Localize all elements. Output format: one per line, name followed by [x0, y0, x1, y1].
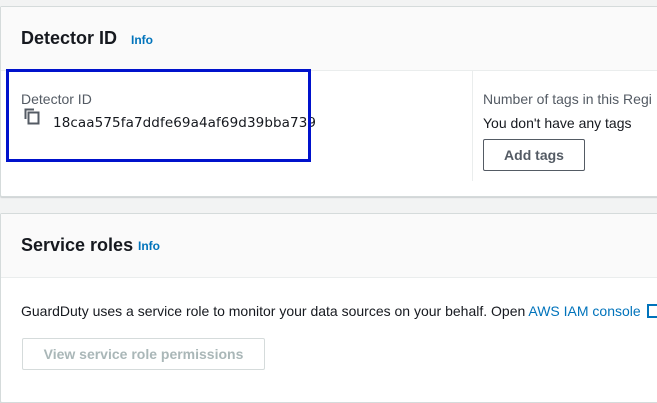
copy-icon[interactable] — [23, 107, 41, 125]
service-role-description: GuardDuty uses a service role to monitor… — [21, 303, 657, 319]
detector-id-label: Detector ID — [21, 91, 92, 107]
service-roles-panel: Service roles Info GuardDuty uses a serv… — [0, 213, 657, 403]
roles-info-link[interactable]: Info — [138, 239, 160, 253]
detector-panel-title: Detector ID — [21, 28, 118, 48]
service-role-description-text: GuardDuty uses a service role to monitor… — [21, 303, 529, 319]
tags-count-value: You don't have any tags — [483, 115, 632, 131]
view-service-role-permissions-button[interactable]: View service role permissions — [22, 338, 265, 370]
roles-panel-title: Service roles — [21, 235, 134, 255]
panel-column-divider — [472, 71, 473, 181]
detector-panel-header: Detector ID Info — [1, 7, 657, 71]
add-tags-button[interactable]: Add tags — [483, 139, 585, 171]
detector-id-value: 18caa575fa7ddfe69a4af69d39bba739 — [53, 115, 317, 131]
roles-panel-header: Service roles Info — [1, 214, 657, 278]
detector-info-link[interactable]: Info — [131, 33, 153, 47]
aws-iam-console-link[interactable]: AWS IAM console — [528, 303, 640, 319]
external-link-icon[interactable] — [646, 304, 657, 318]
tags-count-label: Number of tags in this Regi — [483, 91, 652, 107]
